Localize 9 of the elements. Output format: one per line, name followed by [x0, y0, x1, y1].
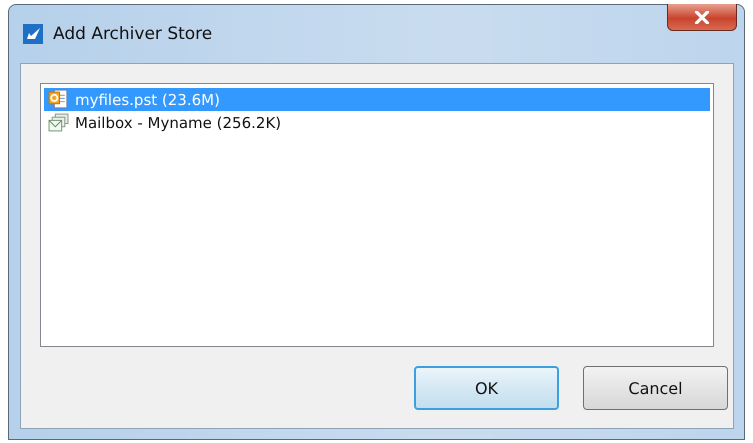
mail-stack-icon [48, 112, 69, 133]
store-item[interactable]: Mailbox - Myname (256.2K) [44, 111, 710, 134]
app-logo-icon [23, 24, 43, 44]
dialog-button[interactable]: OK [414, 366, 559, 410]
window-title: Add Archiver Store [53, 24, 212, 44]
outlook-file-icon [48, 89, 69, 110]
close-icon [694, 10, 710, 24]
dialog-button[interactable]: Cancel [583, 366, 728, 410]
close-button[interactable] [667, 4, 737, 31]
